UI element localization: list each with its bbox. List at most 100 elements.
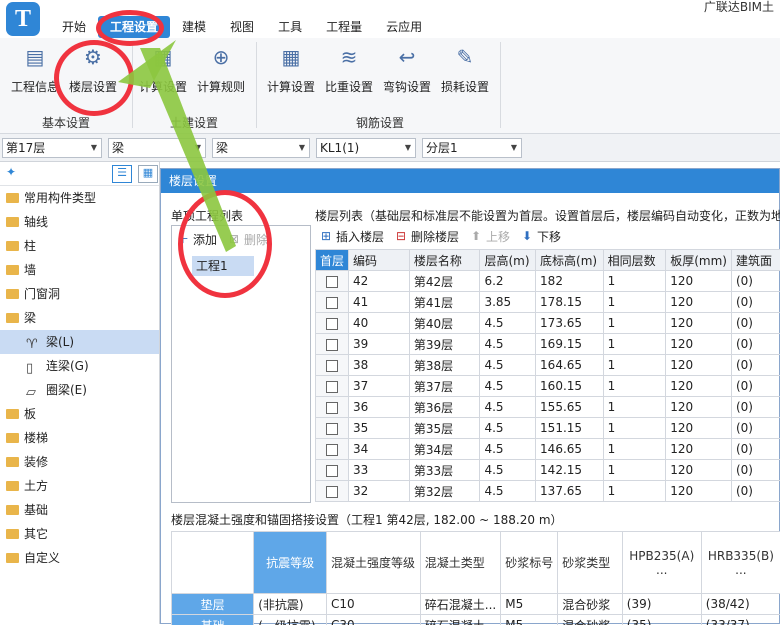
tree-child-item[interactable]: ♈梁(L) (0, 330, 159, 354)
floor-cell[interactable]: 第36层 (409, 397, 480, 418)
first-floor-checkbox[interactable] (326, 423, 338, 435)
pin-icon[interactable]: ✦ (6, 165, 16, 179)
floor-cell[interactable]: 4.5 (480, 439, 536, 460)
floor-cell[interactable]: 4.5 (480, 376, 536, 397)
floor-cell[interactable]: 4.5 (480, 313, 536, 334)
floor-cell[interactable]: 4.5 (480, 481, 536, 502)
floor-cell[interactable]: 第42层 (409, 271, 480, 292)
first-floor-checkbox-cell[interactable] (316, 313, 349, 334)
floor-cell[interactable]: 120 (666, 418, 732, 439)
first-floor-checkbox[interactable] (326, 381, 338, 393)
floor-cell[interactable]: 160.15 (536, 376, 604, 397)
col-code[interactable]: 编码 (349, 250, 410, 271)
tab-modeling[interactable]: 建模 (170, 16, 218, 38)
floor-cell[interactable]: 3.85 (480, 292, 536, 313)
col-first-floor[interactable]: 首层 (316, 250, 349, 271)
concrete-cell[interactable]: M5 (501, 615, 558, 625)
move-down-button[interactable]: ⬇下移 (520, 228, 561, 245)
floor-cell[interactable]: 1 (603, 376, 666, 397)
insert-floor-button[interactable]: ⊞插入楼层 (319, 228, 384, 245)
tree-folder-item[interactable]: 门窗洞 (0, 282, 159, 306)
floor-cell[interactable]: (0) (731, 334, 780, 355)
floor-cell[interactable]: 第39层 (409, 334, 480, 355)
concrete-cell[interactable]: C30 (326, 615, 420, 625)
floor-cell[interactable]: 120 (666, 439, 732, 460)
col-concrete-type[interactable]: 混凝土类型 (420, 532, 500, 594)
first-floor-checkbox-cell[interactable] (316, 334, 349, 355)
col-height[interactable]: 层高(m) (480, 250, 536, 271)
first-floor-checkbox-cell[interactable] (316, 355, 349, 376)
floor-cell[interactable]: 120 (666, 355, 732, 376)
floor-cell[interactable]: 4.5 (480, 418, 536, 439)
floor-cell[interactable]: 169.15 (536, 334, 604, 355)
first-floor-checkbox[interactable] (326, 297, 338, 309)
col-bottom-elevation[interactable]: 底标高(m) (536, 250, 604, 271)
concrete-cell[interactable]: (35) (622, 615, 701, 625)
first-floor-checkbox[interactable] (326, 465, 338, 477)
col-floor-name[interactable]: 楼层名称 (409, 250, 480, 271)
first-floor-checkbox-cell[interactable] (316, 271, 349, 292)
tab-cloud[interactable]: 云应用 (374, 16, 434, 38)
floor-cell[interactable]: 178.15 (536, 292, 604, 313)
concrete-cell[interactable]: 混合砂浆 (558, 594, 623, 615)
floor-cell[interactable]: 32 (349, 481, 410, 502)
floor-cell[interactable]: (0) (731, 460, 780, 481)
floor-cell[interactable]: 1 (603, 271, 666, 292)
floor-cell[interactable]: 120 (666, 334, 732, 355)
floor-cell[interactable]: 4.5 (480, 460, 536, 481)
floor-cell[interactable]: 164.65 (536, 355, 604, 376)
col-mortar-grade[interactable]: 砂浆标号 (501, 532, 558, 594)
floor-row[interactable]: 35第35层4.5151.151120(0) (316, 418, 780, 439)
floor-cell[interactable]: 1 (603, 481, 666, 502)
first-floor-checkbox[interactable] (326, 318, 338, 330)
col-same-floors[interactable]: 相同层数 (603, 250, 666, 271)
tree-folder-item[interactable]: 墙 (0, 258, 159, 282)
tree-folder-item[interactable]: 基础 (0, 498, 159, 522)
floor-cell[interactable]: 151.15 (536, 418, 604, 439)
floor-cell[interactable]: 1 (603, 334, 666, 355)
col-mortar-type[interactable]: 砂浆类型 (558, 532, 623, 594)
floor-cell[interactable]: 1 (603, 313, 666, 334)
component-dropdown[interactable]: KL1(1)▼ (316, 138, 416, 158)
floor-cell[interactable]: 120 (666, 397, 732, 418)
floor-row[interactable]: 34第34层4.5146.651120(0) (316, 439, 780, 460)
tab-quantities[interactable]: 工程量 (314, 16, 374, 38)
floor-cell[interactable]: 第35层 (409, 418, 480, 439)
concrete-cell[interactable]: (38/42) (701, 594, 780, 615)
floor-cell[interactable]: 120 (666, 271, 732, 292)
floor-cell[interactable]: 137.65 (536, 481, 604, 502)
concrete-row[interactable]: 基础(一级抗震)C30碎石混凝土...M5混合砂浆(35)(33/37) (172, 615, 780, 625)
list-view-icon[interactable]: ☰ (112, 165, 132, 183)
floor-row[interactable]: 38第38层4.5164.651120(0) (316, 355, 780, 376)
first-floor-checkbox-cell[interactable] (316, 397, 349, 418)
concrete-cell[interactable]: (一级抗震) (254, 615, 327, 625)
floor-cell[interactable]: 120 (666, 460, 732, 481)
floor-cell[interactable]: 38 (349, 355, 410, 376)
first-floor-checkbox[interactable] (326, 444, 338, 456)
concrete-cell[interactable]: 混合砂浆 (558, 615, 623, 625)
col-seismic-grade[interactable]: 抗震等级 (254, 532, 327, 594)
floor-cell[interactable]: 34 (349, 439, 410, 460)
floor-cell[interactable]: 第40层 (409, 313, 480, 334)
tree-folder-item[interactable]: 梁 (0, 306, 159, 330)
category-dropdown[interactable]: 梁▼ (108, 138, 206, 158)
col-hpb235[interactable]: HPB235(A)... (622, 532, 701, 594)
first-floor-checkbox-cell[interactable] (316, 460, 349, 481)
floor-cell[interactable]: 39 (349, 334, 410, 355)
floor-cell[interactable]: 41 (349, 292, 410, 313)
first-floor-checkbox[interactable] (326, 360, 338, 372)
floor-cell[interactable]: 4.5 (480, 355, 536, 376)
floor-cell[interactable]: 35 (349, 418, 410, 439)
floor-cell[interactable]: (0) (731, 271, 780, 292)
floor-cell[interactable]: (0) (731, 313, 780, 334)
floor-cell[interactable]: 1 (603, 355, 666, 376)
floor-cell[interactable]: 1 (603, 460, 666, 481)
floor-cell[interactable]: 173.65 (536, 313, 604, 334)
floor-row[interactable]: 39第39层4.5169.151120(0) (316, 334, 780, 355)
floor-cell[interactable]: 36 (349, 397, 410, 418)
tree-folder-item[interactable]: 常用构件类型 (0, 186, 159, 210)
app-logo[interactable]: T (6, 2, 40, 36)
floor-cell[interactable]: (0) (731, 355, 780, 376)
floor-row[interactable]: 32第32层4.5137.651120(0) (316, 481, 780, 502)
floor-cell[interactable]: (0) (731, 439, 780, 460)
